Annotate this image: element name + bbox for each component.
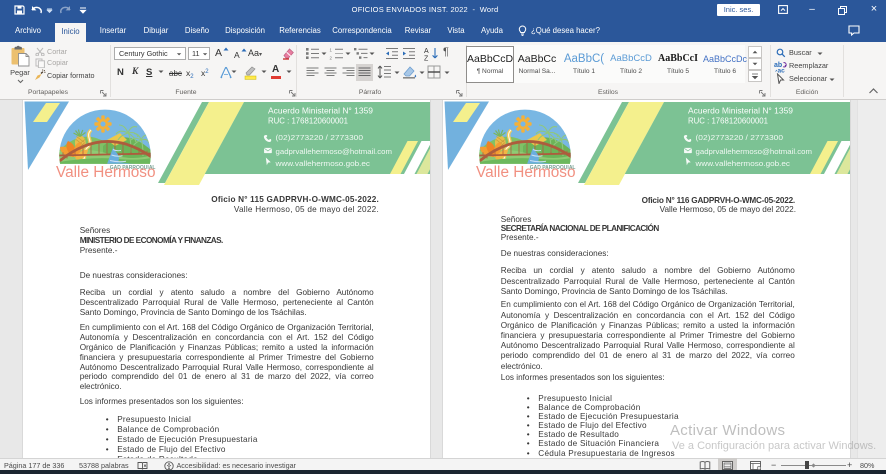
- svg-text:2: 2: [330, 56, 333, 60]
- svg-text:A: A: [424, 48, 429, 55]
- svg-text:1: 1: [330, 48, 333, 53]
- svg-text:ac: ac: [778, 67, 786, 73]
- svg-text:Z: Z: [424, 56, 429, 62]
